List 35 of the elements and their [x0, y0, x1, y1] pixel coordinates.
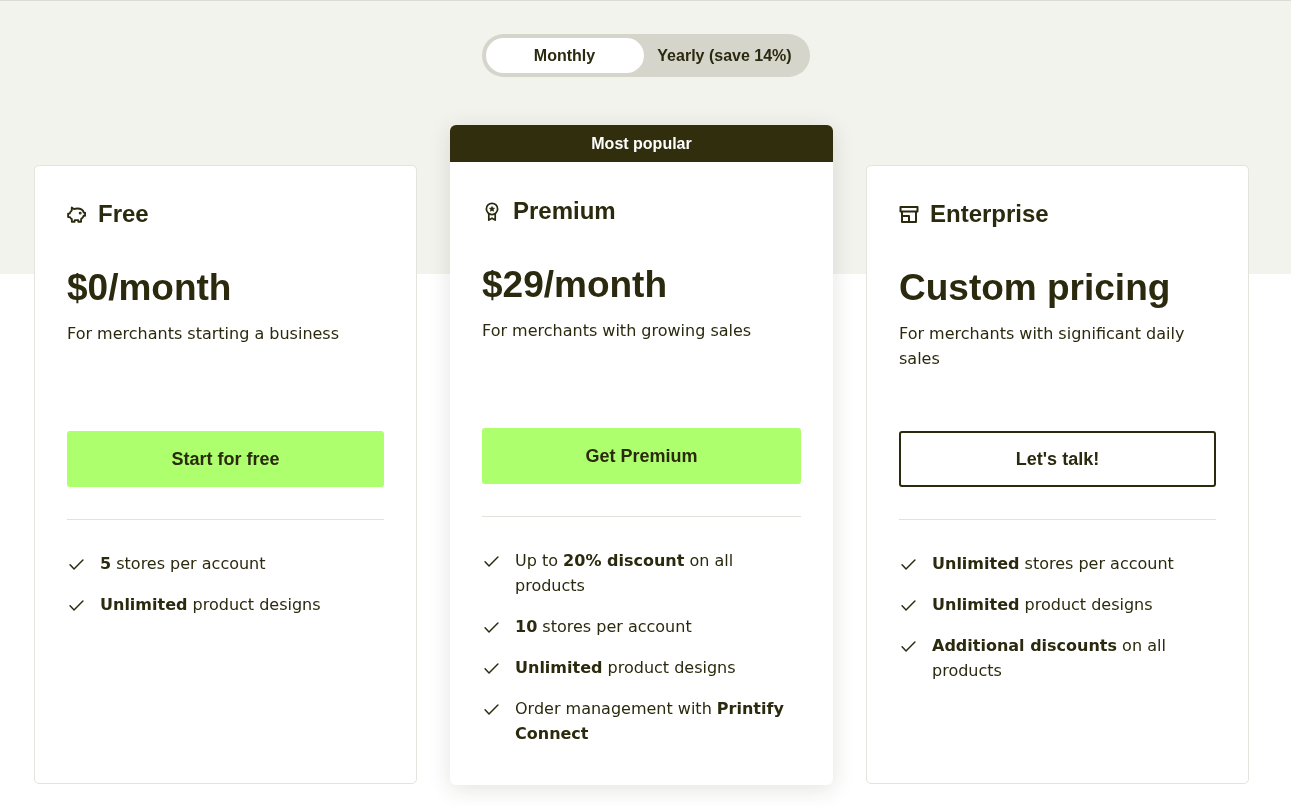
plan-description: For merchants with growing sales [482, 320, 753, 342]
check-icon [484, 704, 499, 715]
plan-name: Premium [513, 198, 616, 224]
check-icon [901, 641, 916, 652]
check-icon [901, 559, 916, 570]
plan-button[interactable]: Get Premium [482, 428, 801, 484]
feature-text: Order management with Printify Connect [515, 698, 785, 745]
feature-text: 5 stores per account [100, 553, 266, 575]
feature-text: Unlimited product designs [932, 594, 1153, 616]
storefront-icon [899, 204, 919, 224]
check-icon [69, 600, 84, 611]
plan-price: $0/month [67, 267, 233, 309]
feature-text: Additional discounts on all products [932, 635, 1167, 682]
plan-name: Enterprise [930, 201, 1049, 227]
feature-text: Unlimited product designs [100, 594, 321, 616]
plan-button[interactable]: Start for free [67, 431, 384, 487]
check-icon [901, 600, 916, 611]
billing-option-tab[interactable]: Yearly (save 14%) [643, 38, 806, 73]
popular-badge: Most popular [450, 125, 833, 162]
check-icon [484, 622, 499, 633]
plan-price: $29/month [482, 264, 669, 306]
piggy-bank-icon [67, 204, 87, 224]
feature-text: Up to 20% discount on all products [515, 550, 735, 597]
check-icon [69, 559, 84, 570]
plan-description: For merchants with significant daily sales [899, 323, 1186, 370]
check-icon [484, 556, 499, 567]
billing-option-tab[interactable]: Monthly [485, 38, 644, 73]
feature-text: Unlimited stores per account [932, 553, 1174, 575]
feature-text: Unlimited product designs [515, 657, 736, 679]
check-icon [484, 663, 499, 674]
plan-description: For merchants starting a business [67, 323, 341, 345]
plan-price: Custom pricing [899, 267, 1172, 309]
plan-button[interactable]: Let's talk! [899, 431, 1216, 487]
plan-name: Free [98, 201, 149, 227]
feature-text: 10 stores per account [515, 616, 692, 638]
